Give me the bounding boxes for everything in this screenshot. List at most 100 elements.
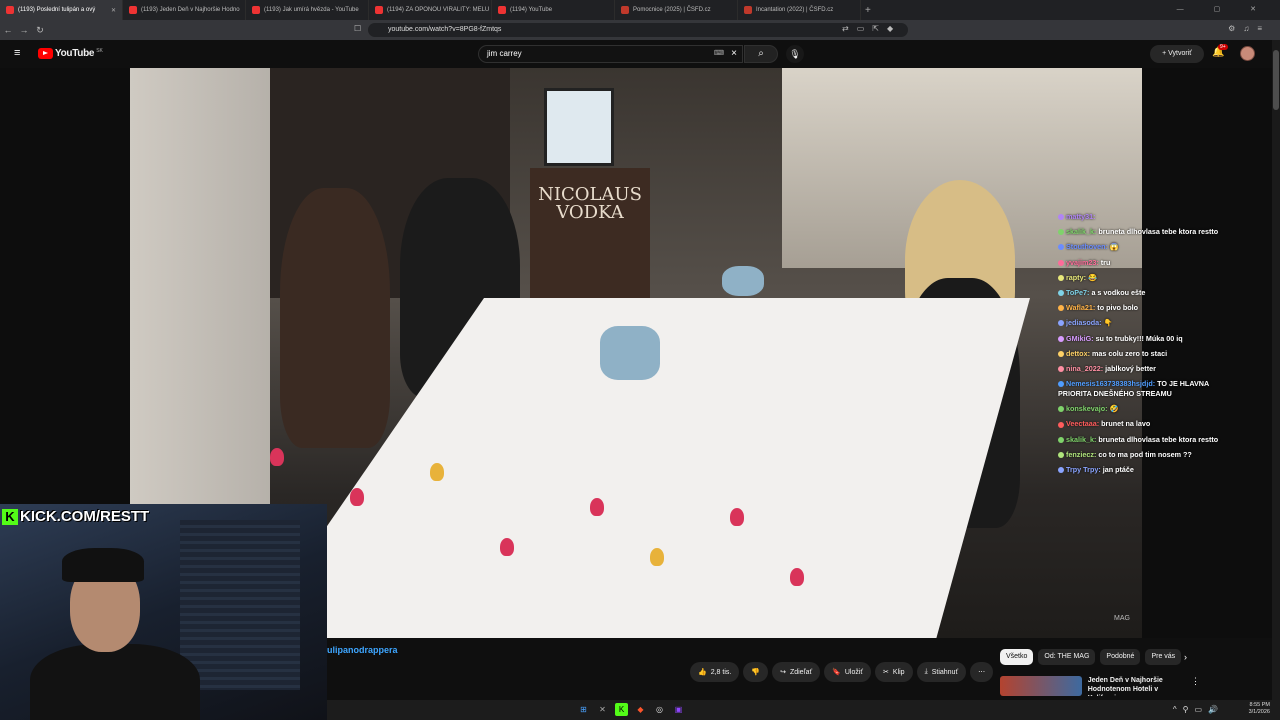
chat-message: konskevajo: 🤣: [1058, 404, 1230, 414]
chat-badge-icon: [1058, 305, 1064, 312]
voice-search-button[interactable]: 🎙: [786, 45, 804, 63]
kick-app-icon[interactable]: K: [615, 703, 628, 716]
browser-tab[interactable]: (1194) ZA OPONOU VIRALITY: MELU: [369, 0, 492, 20]
chat-username: jediasoda:: [1066, 318, 1102, 328]
chip-all[interactable]: Všetko: [1000, 649, 1034, 665]
avatar[interactable]: [1240, 46, 1255, 61]
task-view-icon[interactable]: ✕: [596, 703, 609, 716]
chevron-right-icon[interactable]: ›: [1184, 652, 1187, 662]
more-actions-button[interactable]: ⋯: [970, 662, 994, 682]
clear-search-icon[interactable]: ×: [731, 46, 737, 62]
windows-start-icon[interactable]: ⊞: [577, 703, 590, 716]
thumbs-down-icon: 👎: [751, 669, 761, 676]
like-count: 2,8 tis.: [710, 668, 732, 676]
chat-message: yvajim23: tru: [1058, 258, 1230, 268]
chat-username: fenziecz:: [1066, 449, 1097, 459]
scrollbar-thumb[interactable]: [1273, 50, 1279, 110]
page-actions-icon[interactable]: ⇄▭⇱◆: [842, 24, 901, 33]
chat-badge-icon: [1058, 381, 1064, 388]
extensions-icon[interactable]: ⚙♫≡: [1228, 24, 1270, 33]
chat-message: matty31:: [1058, 212, 1230, 222]
close-icon[interactable]: ✕: [111, 7, 116, 14]
create-label: Vytvoriť: [1168, 50, 1192, 57]
browser-tab[interactable]: Pomocnice (2025) | ČSFD.cz: [615, 0, 738, 20]
chat-text: mas colu zero to staci: [1091, 348, 1168, 358]
kick-label: KICK.COM/RESTT: [20, 508, 150, 525]
url-field[interactable]: youtube.com/watch?v=8PG8-fZmtqs: [368, 23, 908, 37]
chat-badge-icon: [1058, 421, 1064, 428]
more-vertical-icon[interactable]: ⋮: [1191, 676, 1200, 696]
brave-browser-icon[interactable]: ◆: [634, 703, 647, 716]
page-scrollbar[interactable]: [1272, 40, 1280, 700]
chat-badge-icon: [1058, 259, 1064, 266]
chat-text: bruneta dlhovlasa tebe ktora restto: [1098, 434, 1219, 444]
system-tray-icons[interactable]: ^⚲▭🔊: [1173, 705, 1224, 714]
notification-badge: 9+: [1218, 44, 1228, 50]
youtube-favicon-icon: [6, 6, 14, 14]
search-input[interactable]: jim carrey ⌨ ×: [478, 45, 743, 63]
chat-text: 😂: [1087, 272, 1097, 282]
tab-title: Pomocnice (2025) | ČSFD.cz: [633, 7, 711, 13]
back-icon[interactable]: ←: [0, 25, 16, 35]
chat-text: jablkový better: [1105, 363, 1156, 373]
chat-text: to pivo bolo: [1097, 303, 1139, 313]
share-button[interactable]: ↪ Zdieľať: [772, 662, 821, 682]
share-icon: ↪: [780, 669, 786, 676]
chat-text: jan ptáče: [1102, 465, 1134, 474]
tablecloth-tulip: [350, 488, 364, 506]
search-button[interactable]: ⌕: [744, 45, 778, 63]
video-thumbnail[interactable]: [1000, 676, 1082, 696]
browser-tab-strip: (1193) Poslední tulipán a ový ✕ (1193) Je…: [0, 0, 1280, 20]
twitch-icon[interactable]: ▣: [672, 703, 685, 716]
reload-icon[interactable]: ↻: [32, 25, 48, 36]
stream-chat-overlay: matty31: skalik_k: bruneta dlhovlasa tebe …: [1058, 212, 1230, 480]
dislike-button[interactable]: 👎: [743, 662, 769, 682]
chat-message: nina_2022: jablkový better: [1058, 364, 1230, 374]
chat-username: rapty:: [1066, 272, 1086, 282]
recommendation-chips: Všetko Od: THE MAG Podobné Pre vás: [1000, 649, 1182, 665]
browser-tab[interactable]: (1193) Jak umírá hvězda - YouTube: [246, 0, 369, 20]
bookmark-icon[interactable]: ☐: [354, 24, 361, 33]
chip-from-channel[interactable]: Od: THE MAG: [1038, 649, 1096, 665]
browser-tab[interactable]: Incantation (2022) | ČSFD.cz: [738, 0, 861, 20]
browser-tab[interactable]: (1193) Poslední tulipán a ový ✕: [0, 0, 123, 20]
chat-text: brunet na lavo: [1101, 419, 1151, 429]
chat-badge-icon: [1058, 320, 1064, 327]
obs-icon[interactable]: ◎: [653, 703, 666, 716]
youtube-logo[interactable]: YouTube SK: [38, 48, 103, 59]
keyboard-icon[interactable]: ⌨: [714, 46, 724, 62]
window-controls-icon[interactable]: — ▢ ✕: [1177, 5, 1270, 13]
like-button[interactable]: 👍 2,8 tis.: [690, 662, 740, 682]
webcam-overlay: [0, 504, 327, 720]
chat-username: skalik_k:: [1066, 434, 1097, 444]
chip-related[interactable]: Podobné: [1100, 649, 1141, 665]
chip-for-you[interactable]: Pre vás: [1145, 649, 1182, 665]
chat-message: Trpy Trpy: jan ptáče: [1058, 465, 1230, 475]
forward-icon[interactable]: →: [16, 25, 32, 35]
new-tab-button[interactable]: +: [865, 5, 871, 16]
chat-message: rapty: 😂: [1058, 273, 1230, 283]
recommended-video-title[interactable]: Jeden Deň v Najhoršie Hodnotenom Hoteli …: [1088, 676, 1185, 696]
create-button[interactable]: + Vytvoriť: [1150, 45, 1204, 63]
chat-username: konskevajo:: [1066, 404, 1108, 414]
video-title-snippet[interactable]: ulipanodrappera: [327, 645, 398, 655]
browser-tab[interactable]: (1193) Jeden Deň v Najhoršie Hodno: [123, 0, 246, 20]
youtube-play-icon: [38, 48, 53, 59]
tab-title: (1193) Jeden Deň v Najhoršie Hodno: [141, 7, 240, 13]
hamburger-menu-icon[interactable]: ≡: [14, 48, 25, 59]
chat-message: jediasoda: 👇: [1058, 318, 1230, 328]
tablecloth-tulip: [430, 463, 444, 481]
tab-title: (1193) Jak umírá hvězda - YouTube: [264, 7, 359, 13]
download-button[interactable]: ⤓ Stiahnuť: [916, 662, 967, 682]
video-vase: [722, 266, 764, 296]
clip-button[interactable]: ✂ Klip: [875, 662, 913, 682]
search-value: jim carrey: [487, 49, 522, 58]
notifications-bell-icon[interactable]: 🔔 9+: [1212, 44, 1228, 58]
taskbar-clock[interactable]: 8:55 PM 3/1/2026: [1249, 702, 1270, 716]
recommended-video[interactable]: Jeden Deň v Najhoršie Hodnotenom Hoteli …: [1000, 676, 1200, 696]
save-button[interactable]: 🔖 Uložiť: [824, 662, 872, 682]
browser-tab[interactable]: (1194) YouTube: [492, 0, 615, 20]
tablecloth-tulip: [730, 508, 744, 526]
chat-username: Trpy Trpy:: [1066, 465, 1101, 474]
tablecloth-tulip: [650, 548, 664, 566]
